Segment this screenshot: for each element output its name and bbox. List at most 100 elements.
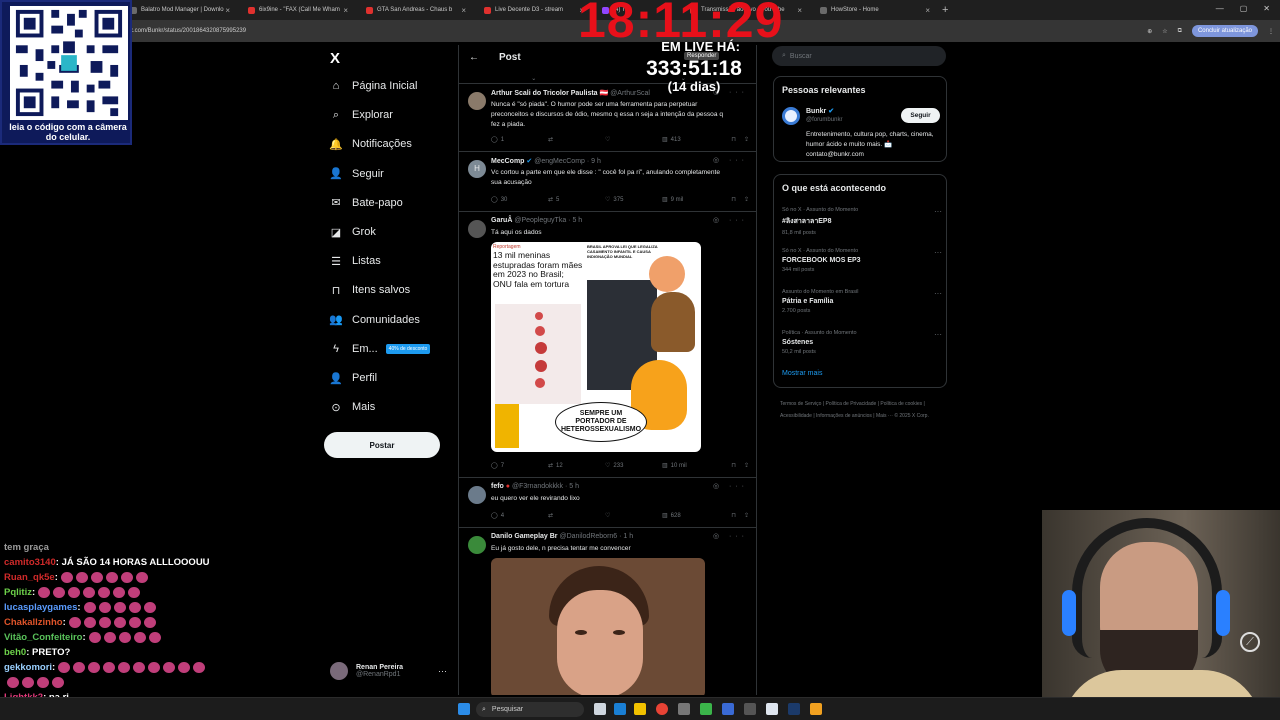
browser-tab[interactable]: Balatro Mod Manager | Downlo ×: [118, 0, 236, 20]
x-logo[interactable]: X: [330, 50, 340, 67]
install-icon[interactable]: ⊕: [1147, 28, 1152, 35]
browser-tab[interactable]: Live Decente D3 - stream ×: [472, 0, 590, 20]
sidebar-item-more[interactable]: ⊙ Mais: [330, 401, 375, 414]
tweet-header: GaruÂ @PeopleguyTka · 5 h: [491, 217, 583, 224]
like-action[interactable]: ♡: [605, 136, 662, 143]
more-icon[interactable]: ···: [934, 330, 942, 339]
footer-links[interactable]: Termos de Serviço | Política de Privacid…: [780, 398, 950, 422]
like-action[interactable]: ♡: [605, 512, 662, 519]
maximize-icon[interactable]: ▢: [1240, 4, 1248, 13]
sidebar-item-person[interactable]: 👤 Perfil: [329, 372, 377, 385]
sidebar-item-bookmark[interactable]: ⊓ Itens salvos: [330, 284, 410, 297]
emote-icon: [133, 661, 146, 673]
avatar: [468, 536, 486, 554]
grok-more-icons[interactable]: ◎ ···: [713, 532, 748, 540]
app-icon[interactable]: [700, 703, 712, 715]
account-switcher[interactable]: Renan Pereira @RenanRpd1 ···: [330, 662, 447, 680]
explorer-icon[interactable]: [634, 703, 646, 715]
back-arrow-icon[interactable]: ←: [469, 52, 479, 63]
trend-item[interactable]: Só no X · Assunto do Momento FORCEBOOK MO…: [782, 248, 942, 273]
settings-icon[interactable]: [678, 703, 690, 715]
tweet-image[interactable]: Reportagem 13 mil meninas estupradas for…: [491, 242, 701, 452]
sidebar-item-people[interactable]: 👥 Comunidades: [329, 314, 420, 327]
update-button[interactable]: Concluir atualização: [1191, 25, 1258, 37]
search-icon: ⌕: [782, 52, 786, 59]
trend-item[interactable]: Assunto do Momento em Brasil Pátria e Fam…: [782, 289, 942, 314]
share-action[interactable]: ⊓ ⇪: [719, 512, 749, 519]
minimize-icon[interactable]: —: [1216, 4, 1224, 13]
close-tab-icon[interactable]: ×: [461, 6, 466, 15]
menu-icon[interactable]: ⋮: [1268, 28, 1274, 35]
more-icon[interactable]: ···: [934, 248, 942, 257]
taskbar-search[interactable]: ⌕ Pesquisar: [476, 702, 584, 717]
sidebar-item-grok[interactable]: ◪ Grok: [330, 226, 376, 239]
share-action[interactable]: ⊓ ⇪: [719, 462, 749, 469]
repost-action[interactable]: ⇄ 5: [548, 196, 605, 204]
extensions-icon[interactable]: ⧉: [1178, 28, 1182, 35]
more-icon[interactable]: ···: [934, 289, 942, 298]
task-view-icon[interactable]: [594, 703, 606, 715]
reply-tweet[interactable]: fefo ● @F3rnandokkkk · 5 h ◎ ··· eu quer…: [459, 477, 756, 527]
trend-item[interactable]: Política · Assunto do Momento Sóstenes 50,…: [782, 330, 942, 355]
reply-tweet[interactable]: H MecComp ✔ @engMecComp · 9 h ◎ ··· Vc c…: [459, 151, 756, 211]
app-icon[interactable]: [766, 703, 778, 715]
grok-more-icons[interactable]: ◎ ···: [713, 156, 748, 164]
browser-tab[interactable]: HowStore - Home ×: [808, 0, 936, 20]
post-button[interactable]: Postar: [324, 432, 440, 458]
more-icon[interactable]: ···: [438, 666, 447, 676]
repost-action[interactable]: ⇄ 12: [548, 462, 605, 470]
emote-icon: [52, 676, 64, 688]
browser-tab[interactable]: GTA San Andreas - Chaus b ×: [354, 0, 472, 20]
reply-tweet[interactable]: Danilo Gameplay Br @DanilodReborn6 · 1 h…: [459, 527, 756, 695]
sidebar-item-search[interactable]: ⌕ Explorar: [330, 109, 393, 122]
steam-icon[interactable]: [788, 703, 800, 715]
windows-start-icon[interactable]: [458, 703, 470, 715]
app-icon[interactable]: [810, 703, 822, 715]
sidebar-item-bell[interactable]: 🔔 Notificações: [329, 138, 412, 151]
show-more-link[interactable]: Mostrar mais: [782, 370, 822, 377]
app-icon[interactable]: [722, 703, 734, 715]
close-tab-icon[interactable]: ×: [343, 6, 348, 15]
tweet-image[interactable]: [491, 558, 705, 695]
star-icon[interactable]: ☆: [1162, 28, 1167, 35]
new-tab-icon[interactable]: +: [942, 4, 948, 16]
grok-more-icons[interactable]: ◎ ···: [713, 216, 748, 224]
views-action[interactable]: ▥ 9 mil: [662, 196, 719, 204]
search-input[interactable]: ⌕ Buscar: [772, 46, 946, 66]
share-action[interactable]: ⊓ ⇪: [719, 196, 749, 203]
follow-button[interactable]: Seguir: [901, 108, 940, 123]
close-tab-icon[interactable]: ×: [225, 6, 230, 15]
close-window-icon[interactable]: ✕: [1263, 4, 1270, 13]
repost-action[interactable]: ⇄: [548, 512, 605, 519]
chart-bar: [495, 404, 519, 448]
edge-icon[interactable]: [614, 703, 626, 715]
reply-action[interactable]: ◯ 30: [491, 196, 548, 204]
reply-action[interactable]: ◯ 7: [491, 462, 548, 470]
more-icon[interactable]: ···: [934, 207, 942, 216]
reply-tweet[interactable]: GaruÂ @PeopleguyTka · 5 h ◎ ··· Tá aqui …: [459, 211, 756, 477]
url-field[interactable]: x.com/Bunkr/status/2001864320875995239: [130, 28, 246, 34]
share-action[interactable]: ⊓ ⇪: [719, 136, 749, 143]
like-action[interactable]: ♡ 233: [605, 462, 662, 470]
grok-more-icons[interactable]: ◎ ···: [713, 482, 748, 490]
sidebar-item-bolt[interactable]: ϟ Em... 40% de desconto: [330, 343, 431, 355]
repost-action[interactable]: ⇄: [548, 136, 605, 143]
close-tab-icon[interactable]: ×: [797, 6, 802, 15]
chrome-icon[interactable]: [656, 703, 668, 715]
reply-action[interactable]: ◯ 1: [491, 136, 548, 144]
sidebar-item-mail[interactable]: ✉ Bate-papo: [330, 197, 402, 210]
sidebar-item-list[interactable]: ☰ Listas: [330, 255, 381, 268]
trend-item[interactable]: Só no X · Assunto do Momento #ลิงสาลาลาEP…: [782, 207, 942, 236]
browser-tab[interactable]: 6ix9ine - "FAX (Call Me Wham ×: [236, 0, 354, 20]
obs-icon[interactable]: [744, 703, 756, 715]
sidebar-item-home[interactable]: ⌂ Página Inicial: [330, 80, 418, 92]
close-tab-icon[interactable]: ×: [925, 6, 930, 15]
views-action[interactable]: ▥ 413: [662, 136, 719, 144]
views-action[interactable]: ▥ 10 mil: [662, 462, 719, 470]
reply-action[interactable]: ◯ 4: [491, 512, 548, 520]
views-action[interactable]: ▥ 628: [662, 512, 719, 520]
chat-text: :: [31, 587, 36, 598]
chat-message: [4, 675, 264, 690]
like-action[interactable]: ♡ 375: [605, 196, 662, 204]
sidebar-item-add-user[interactable]: 👤 Seguir: [329, 168, 384, 181]
